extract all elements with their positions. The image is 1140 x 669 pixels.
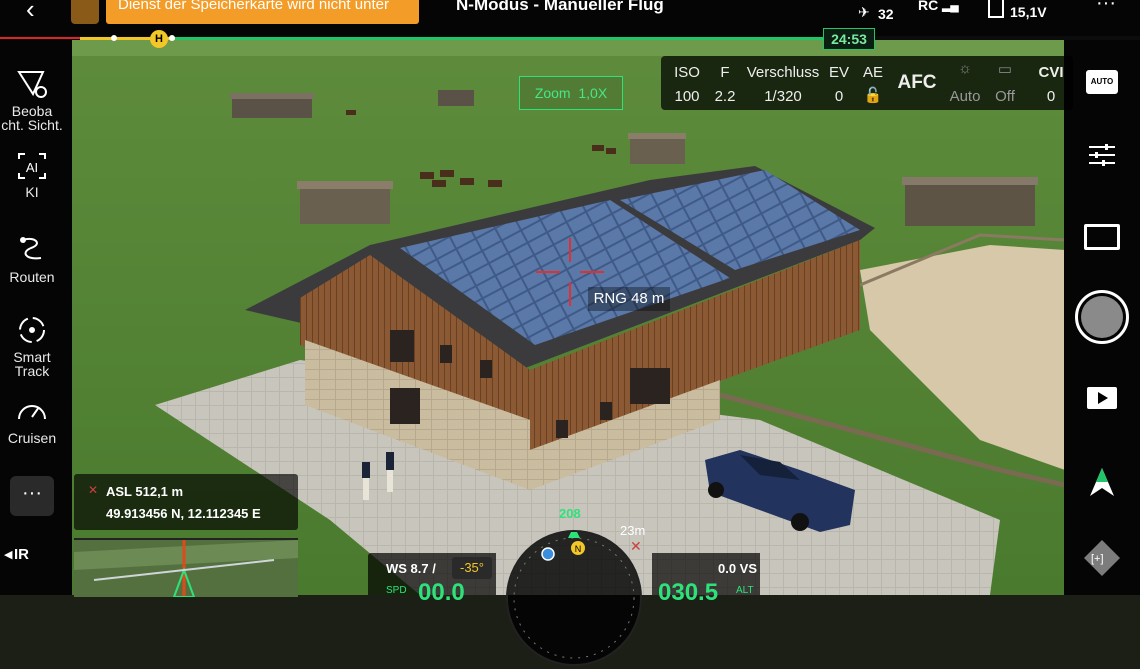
sidebar-item-ai[interactable]: AI KI [0, 151, 64, 199]
aperture-header: F [720, 64, 730, 81]
waypoint-dot [169, 35, 175, 41]
more-button[interactable]: ··· [10, 476, 54, 516]
svg-text:AI: AI [26, 160, 38, 175]
storage-indicator[interactable] [71, 0, 99, 24]
flight-mode-title[interactable]: N-Modus - Manueller Flug [456, 0, 664, 15]
rc-signal-label: RC [918, 0, 939, 13]
shutter-header: Verschluss [746, 64, 820, 81]
sidebar-item-label: KI [25, 184, 39, 200]
compass[interactable]: N [506, 526, 642, 666]
map-view [74, 540, 298, 597]
asl-altitude: ASL 512,1 m [106, 484, 184, 499]
battery-voltage: 15,1V [1010, 4, 1047, 20]
rangefinder-text: RNG 48 m [593, 290, 665, 307]
shelter [230, 93, 314, 118]
top-bar: ‹ Dienst der Speicherkarte wird nicht un… [0, 0, 1140, 36]
white-balance-value: Auto [949, 88, 981, 105]
routes-icon [20, 237, 42, 260]
cvi-value: 0 [1046, 88, 1056, 105]
altitude-value: 030.5 [658, 579, 719, 606]
gimbal-pitch-badge: -35° [452, 557, 492, 579]
shelter [628, 133, 686, 164]
wind-speed: WS 8.7 / [386, 561, 436, 576]
zoom-text: Zoom 1,0X [534, 85, 608, 101]
aspect-frame-icon [1084, 224, 1120, 250]
settings-button[interactable] [1064, 142, 1140, 168]
zoom-indicator[interactable]: Zoom 1,0X [519, 76, 623, 110]
sidebar-item-cruise[interactable]: Cruisen [0, 395, 64, 445]
cvi-label: CVI [1038, 64, 1064, 81]
ev-value: 0 [834, 88, 844, 105]
battery-icon [988, 0, 1004, 18]
shutter-inner [1081, 296, 1123, 338]
sidebar-item-label: Smart Track [13, 349, 51, 379]
sidebar-item-routes[interactable]: Routen [0, 234, 64, 284]
speed-value: 00.0 [418, 579, 465, 606]
ev-header: EV [828, 64, 849, 81]
sidebar-item-label: Cruisen [7, 430, 57, 446]
auto-mode-button[interactable]: AUTO [1064, 70, 1140, 94]
ae-header: AE [862, 64, 883, 81]
speed-label: SPD [386, 585, 407, 596]
shutter-value: 1/320 [764, 88, 802, 105]
gps-coordinates: 49.913456 N, 12.112345 E [106, 506, 261, 521]
aperture-value: 2.2 [714, 88, 736, 105]
more-icon: ··· [22, 482, 42, 504]
playback-icon [1087, 387, 1117, 409]
shelter [902, 177, 1038, 226]
cruise-icon [18, 405, 46, 420]
compass-dial: N [513, 526, 635, 659]
shelter [297, 181, 393, 224]
sidebar-item-label: Routen [9, 269, 55, 285]
aspect-frame-button[interactable] [1064, 224, 1140, 250]
more-menu-icon[interactable]: ··· [1096, 0, 1116, 15]
sidebar-item-obstacle-view[interactable]: Beoba cht. Sicht. [0, 68, 64, 132]
waypoint-dot [111, 35, 117, 41]
video-off-icon: ▭ [997, 61, 1013, 78]
zoom-move-button[interactable]: [+] [1064, 538, 1140, 578]
iso-header: ISO [674, 64, 700, 81]
gimbal-pitch: -35° [460, 560, 484, 575]
altitude-label: ALT [736, 585, 754, 596]
telemetry-right-panel: 0.0 VS 030.5 ALT [652, 553, 760, 606]
heading-value: 208 [559, 506, 581, 521]
signal-bars-icon: ▂▄ [942, 0, 959, 12]
camera-params-panel[interactable]: ISO F Verschluss EV AE 100 2.2 1/320 0 🔓… [661, 56, 1073, 110]
shelter [438, 90, 474, 106]
settings-sliders-icon [1089, 144, 1115, 166]
svg-text:N: N [575, 544, 582, 554]
position-panel: ✕ ASL 512,1 m 49.913456 N, 12.112345 E [74, 474, 298, 530]
vertical-speed: 0.0 VS [718, 561, 758, 576]
auto-mode-icon: AUTO [1086, 70, 1118, 94]
satellite-count: 32 [878, 6, 894, 22]
iso-value: 100 [674, 88, 700, 105]
rangefinder-label: RNG 48 m [588, 287, 670, 311]
flight-timer: 24:53 [823, 28, 875, 50]
mini-map[interactable] [74, 538, 298, 597]
nav-arrow-icon [1090, 468, 1114, 496]
position-warning-icon: ✕ [88, 483, 99, 497]
sd-warning-text: Dienst der Speicherkarte wird nicht unte… [118, 0, 389, 13]
sd-warning-banner[interactable]: Dienst der Speicherkarte wird nicht unte… [106, 0, 419, 24]
back-icon[interactable]: ‹ [26, 0, 35, 25]
sidebar-item-label: Beoba cht. Sicht. [1, 103, 63, 133]
ae-lock-icon: 🔓 [863, 87, 883, 104]
white-balance-icon: ☼ [958, 60, 972, 77]
collapse-arrow-icon[interactable]: ◀ [4, 548, 12, 561]
shutter-button[interactable] [1064, 290, 1140, 344]
home-point-marker: H [150, 30, 168, 48]
ir-toggle[interactable]: IR [14, 546, 29, 563]
svg-text:[+]: [+] [1091, 553, 1104, 565]
sidebar-item-smart-track[interactable]: Smart Track [0, 314, 64, 378]
smart-track-icon [19, 317, 45, 343]
focus-mode: AFC [897, 72, 937, 93]
zoom-move-icon: [+] [1084, 540, 1120, 576]
nav-arrow-button[interactable] [1064, 466, 1140, 500]
ai-icon: AI [18, 153, 46, 179]
playback-button[interactable] [1064, 387, 1140, 409]
off-value: Off [995, 88, 1015, 105]
satellite-icon: ✈ [858, 4, 870, 20]
obstacle-view-icon [17, 71, 47, 98]
